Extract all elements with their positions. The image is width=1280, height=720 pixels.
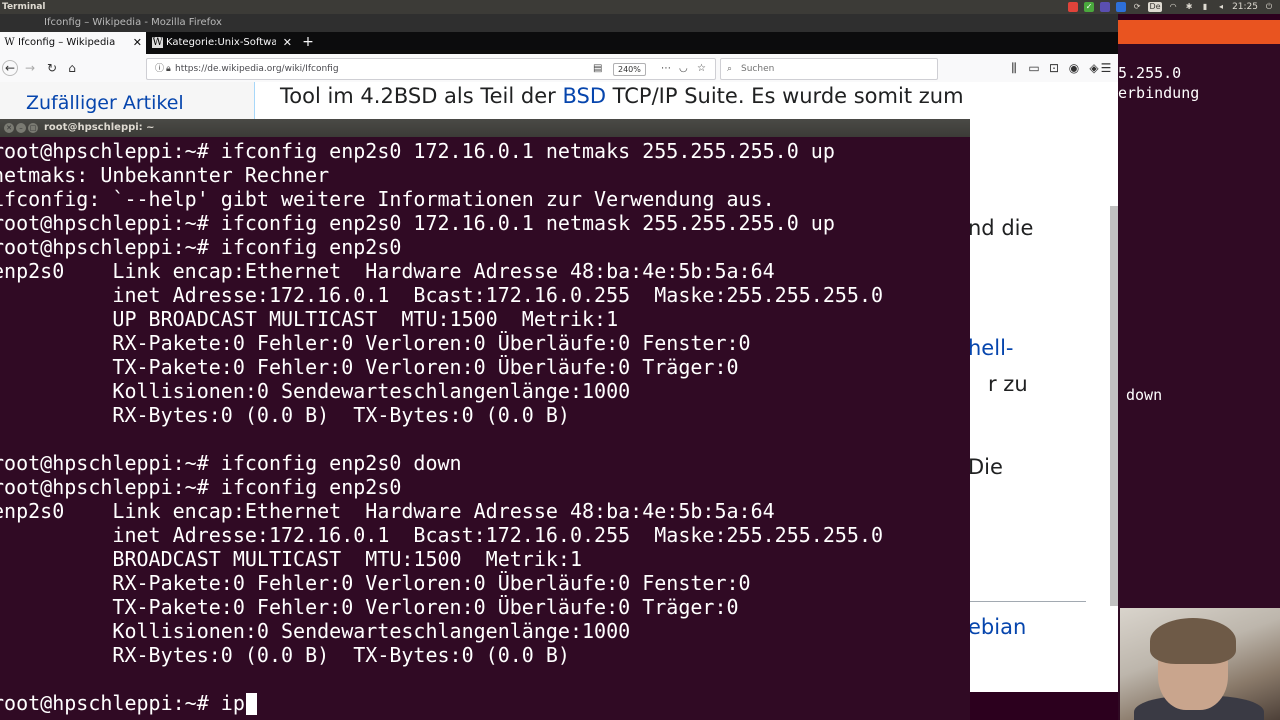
webcam-overlay	[1120, 608, 1280, 720]
tab-label: Ifconfig – Wikipedia	[18, 37, 116, 48]
wikipedia-favicon-icon: W	[4, 37, 15, 48]
section-divider	[960, 601, 1086, 602]
article-text: TCP/IP Suite. Es wurde somit zum	[606, 84, 964, 108]
keyboard-layout-icon[interactable]: De	[1148, 2, 1163, 12]
terminal-line: netmaks: Unbekannter Rechner	[0, 163, 330, 187]
article-text-fragment: r zu	[988, 372, 1028, 396]
terminal-line: TX-Pakete:0 Fehler:0 Verloren:0 Überläuf…	[0, 355, 739, 379]
background-terminal-line: down	[1126, 386, 1163, 404]
tab-bar: W Ifconfig – Wikipedia ✕ W Kategorie:Uni…	[0, 32, 1118, 54]
terminal-window[interactable]: ✕ – □ root@hpschleppi: ~ root@hpschleppi…	[0, 119, 970, 720]
hamburger-menu-icon[interactable]: ☰	[1098, 60, 1114, 76]
article-text-line: Tool im 4.2BSD als Teil der BSD TCP/IP S…	[280, 84, 964, 108]
back-arrow-icon[interactable]: ←	[2, 60, 18, 76]
bookmark-star-icon[interactable]: ☆	[697, 59, 706, 79]
background-terminal-line: erbindung	[1118, 84, 1200, 102]
terminal-line: root@hpschleppi:~# ifconfig enp2s0 down	[0, 451, 462, 475]
system-tray: ✓ ⟳ De ◠ ✱ ▮ ◂ 21:25 ⏻	[1068, 1, 1274, 13]
terminal-titlebar[interactable]: ✕ – □ root@hpschleppi: ~	[0, 119, 970, 137]
screenshot-icon[interactable]: ⊡	[1046, 60, 1062, 76]
terminal-line: root@hpschleppi:~# ifconfig enp2s0 172.1…	[0, 139, 835, 163]
pocket-icon[interactable]: ◡	[679, 59, 688, 79]
terminal-cursor	[245, 693, 257, 715]
sync-icon[interactable]	[1100, 2, 1111, 12]
url-bar[interactable]: ⓘ 🔒︎ https://de.wikipedia.org/wiki/Ifcon…	[146, 58, 716, 80]
tab-label: Kategorie:Unix-Softwar	[166, 37, 276, 48]
maximize-window-icon[interactable]: □	[28, 123, 38, 133]
close-window-icon[interactable]: ✕	[4, 123, 14, 133]
terminal-line: BROADCAST MULTICAST MTU:1500 Metrik:1	[0, 547, 583, 571]
terminal-line: RX-Pakete:0 Fehler:0 Verloren:0 Überläuf…	[0, 331, 751, 355]
minimize-window-icon[interactable]: –	[16, 123, 26, 133]
volume-icon[interactable]: ◂	[1216, 2, 1226, 12]
terminal-current-input[interactable]: ip	[221, 691, 245, 715]
tab-ifconfig[interactable]: W Ifconfig – Wikipedia ✕	[0, 32, 146, 54]
library-icon[interactable]: ⫼	[1006, 60, 1022, 76]
sidebar-icon[interactable]: ▭	[1026, 60, 1042, 76]
reload-icon[interactable]: ↻	[44, 60, 60, 76]
terminal-line: RX-Pakete:0 Fehler:0 Verloren:0 Überläuf…	[0, 571, 751, 595]
top-panel: Terminal ✓ ⟳ De ◠ ✱ ▮ ◂ 21:25 ⏻	[0, 0, 1280, 14]
wifi-icon[interactable]: ◠	[1168, 2, 1178, 12]
terminal-line: enp2s0 Link encap:Ethernet Hardware Adre…	[0, 499, 775, 523]
terminal-line: root@hpschleppi:~# ifconfig enp2s0	[0, 235, 402, 259]
search-icon: ⌕	[727, 64, 733, 74]
sync-status-icon[interactable]: ⟳	[1132, 2, 1142, 12]
debian-link[interactable]: ebian	[968, 615, 1026, 639]
reader-view-icon[interactable]: ▤	[593, 59, 602, 79]
close-tab-icon[interactable]: ✕	[133, 32, 142, 54]
page-actions-icon[interactable]: ⋯	[661, 59, 671, 79]
forward-arrow-icon[interactable]: →	[22, 60, 38, 76]
lock-icon[interactable]: 🔒︎	[166, 59, 171, 79]
firefox-window-title: Ifconfig – Wikipedia - Mozilla Firefox	[44, 17, 222, 28]
firefox-titlebar[interactable]: Ifconfig – Wikipedia - Mozilla Firefox	[0, 14, 1118, 32]
tab-kategorie[interactable]: W Kategorie:Unix-Softwar ✕	[148, 32, 296, 54]
page-scrollbar[interactable]	[1110, 206, 1118, 606]
terminal-line: UP BROADCAST MULTICAST MTU:1500 Metrik:1	[0, 307, 619, 331]
dropbox-icon[interactable]	[1116, 2, 1127, 12]
app-menu-title[interactable]: Terminal	[2, 0, 46, 14]
close-tab-icon[interactable]: ✕	[283, 32, 292, 54]
check-icon[interactable]: ✓	[1084, 2, 1095, 12]
terminal-prompt: root@hpschleppi:~#	[0, 691, 221, 715]
terminal-title: root@hpschleppi: ~	[44, 122, 155, 133]
power-icon[interactable]: ⏻	[1264, 2, 1274, 12]
article-text: Tool im 4.2BSD als Teil der	[280, 84, 563, 108]
record-icon[interactable]	[1068, 2, 1079, 12]
terminal-line: RX-Bytes:0 (0.0 B) TX-Bytes:0 (0.0 B)	[0, 643, 570, 667]
bsd-link[interactable]: BSD	[562, 84, 606, 108]
article-link-fragment[interactable]: hell-	[968, 336, 1013, 360]
url-text[interactable]: https://de.wikipedia.org/wiki/Ifconfig	[175, 59, 339, 79]
terminal-line: Kollisionen:0 Sendewarteschlangenlänge:1…	[0, 619, 631, 643]
bluetooth-icon[interactable]: ✱	[1184, 2, 1194, 12]
background-terminal-line: 5.255.0	[1118, 64, 1182, 82]
terminal-input-line[interactable]: root@hpschleppi:~# ip	[0, 691, 257, 715]
terminal-line: TX-Pakete:0 Fehler:0 Verloren:0 Überläuf…	[0, 595, 739, 619]
terminal-line: root@hpschleppi:~# ifconfig enp2s0 172.1…	[0, 211, 835, 235]
terminal-line: inet Adresse:172.16.0.1 Bcast:172.16.0.2…	[0, 523, 884, 547]
search-placeholder: Suchen	[741, 64, 775, 74]
background-terminal-titlebar[interactable]	[1118, 20, 1280, 44]
wikipedia-favicon-icon: W	[152, 37, 163, 48]
article-text-fragment: nd die	[968, 216, 1034, 240]
webcam-person-hair	[1150, 618, 1236, 664]
account-icon[interactable]: ◉	[1066, 60, 1082, 76]
terminal-line: Kollisionen:0 Sendewarteschlangenlänge:1…	[0, 379, 631, 403]
zoom-indicator[interactable]: 240%	[613, 63, 646, 76]
terminal-line: RX-Bytes:0 (0.0 B) TX-Bytes:0 (0.0 B)	[0, 403, 570, 427]
home-icon[interactable]: ⌂	[64, 60, 80, 76]
navigation-toolbar: ← → ↻ ⌂ ⓘ 🔒︎ https://de.wikipedia.org/wi…	[0, 54, 1118, 83]
site-info-icon[interactable]: ⓘ	[155, 59, 164, 79]
article-text-fragment: Die	[968, 455, 1003, 479]
clock[interactable]: 21:25	[1232, 2, 1258, 12]
search-bar[interactable]: ⌕ Suchen	[720, 58, 938, 80]
terminal-line: enp2s0 Link encap:Ethernet Hardware Adre…	[0, 259, 775, 283]
battery-icon[interactable]: ▮	[1200, 2, 1210, 12]
random-article-link[interactable]: Zufälliger Artikel	[26, 92, 184, 114]
terminal-line: root@hpschleppi:~# ifconfig enp2s0	[0, 475, 402, 499]
terminal-line: inet Adresse:172.16.0.1 Bcast:172.16.0.2…	[0, 283, 884, 307]
new-tab-button[interactable]: +	[300, 32, 316, 54]
terminal-line: ifconfig: `--help' gibt weitere Informat…	[0, 187, 775, 211]
